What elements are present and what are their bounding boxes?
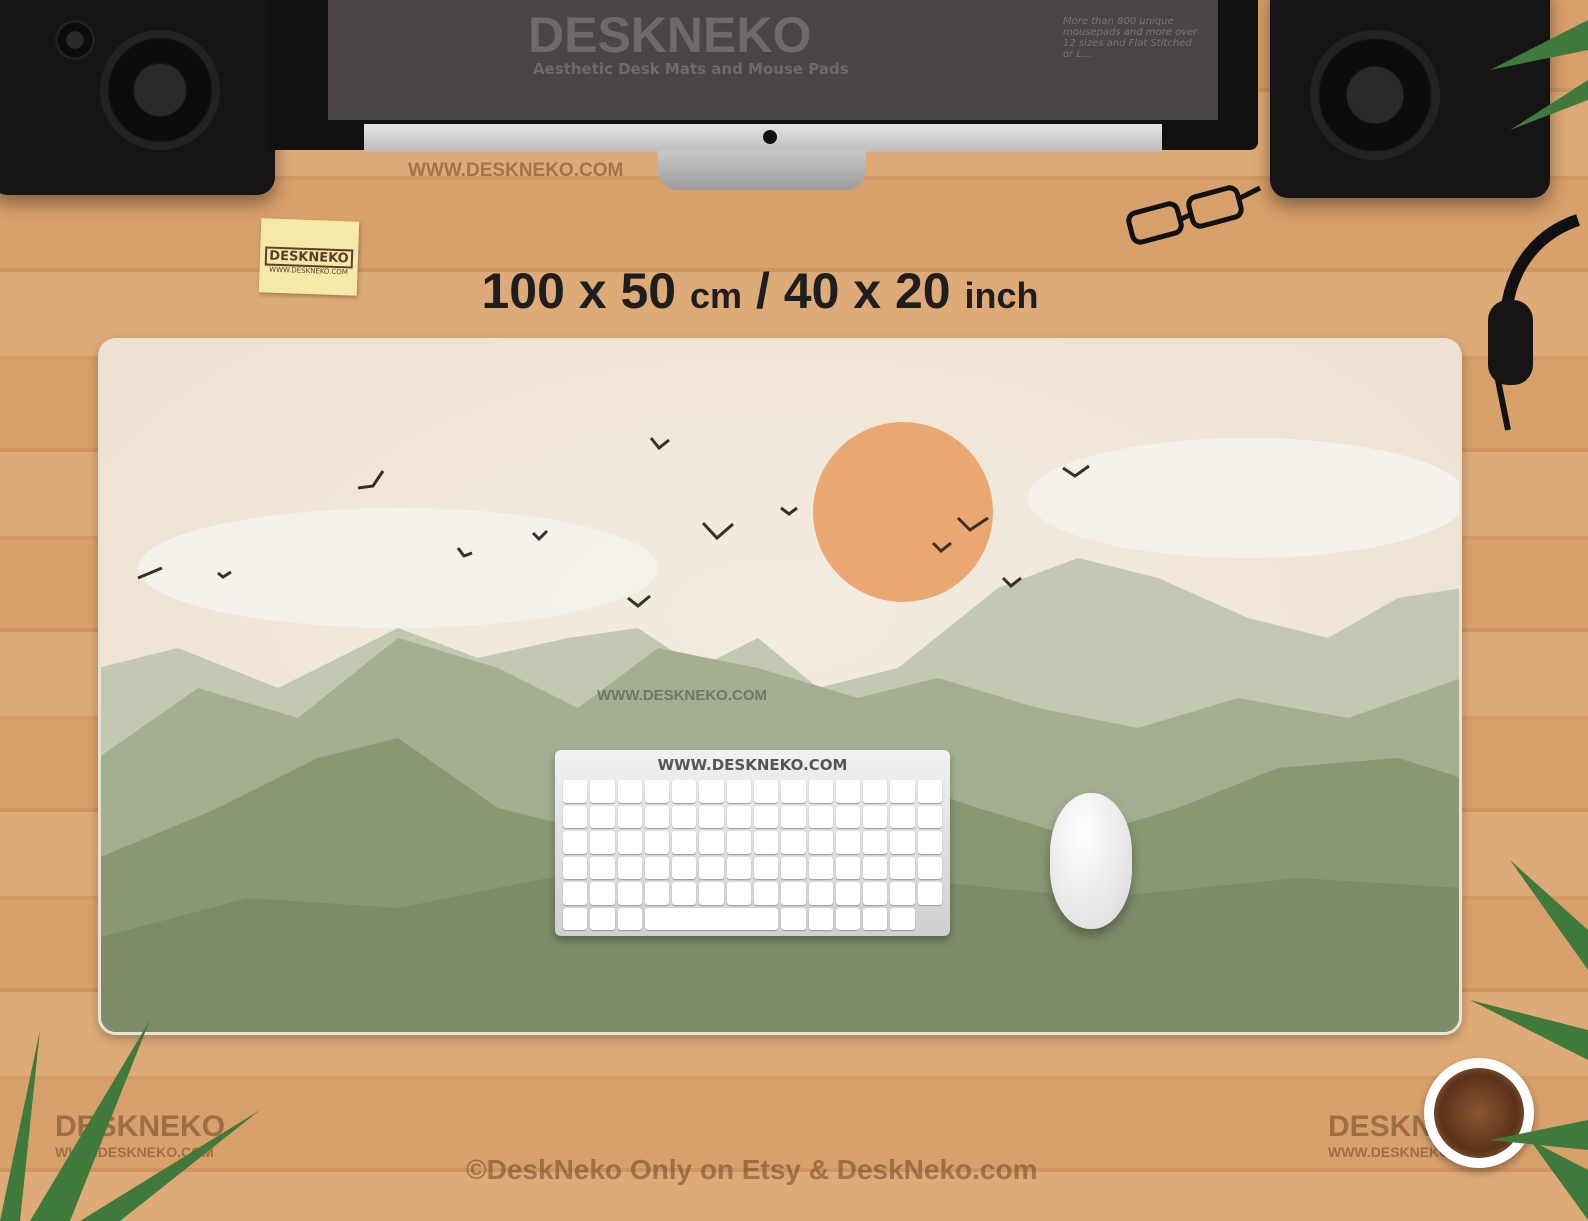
monitor-chin — [364, 124, 1162, 152]
watermark-url-top: WWW.DESKNEKO.COM — [408, 160, 624, 181]
screen-tagline: Aesthetic Desk Mats and Mouse Pads — [533, 60, 849, 78]
mouse — [1050, 793, 1132, 929]
watermark-url-mat: WWW.DESKNEKO.COM — [597, 687, 767, 704]
screen-brand: DESKNEKO — [528, 7, 812, 63]
plant-leaves-left — [0, 1020, 260, 1221]
monitor: DESKNEKO Aesthetic Desk Mats and Mouse P… — [268, 0, 1258, 152]
monitor-stand — [658, 150, 866, 190]
glasses-icon — [1126, 185, 1262, 245]
sun — [813, 422, 993, 602]
dim-inch-unit: inch — [964, 275, 1039, 316]
keyboard-keys — [563, 780, 942, 930]
keyboard-watermark: WWW.DESKNEKO.COM — [657, 756, 848, 774]
copyright-watermark: ©DeskNeko Only on Etsy & DeskNeko.com — [466, 1154, 1038, 1185]
plant-leaves-top-right — [1490, 20, 1588, 130]
dim-inch: 40 x 20 — [783, 263, 951, 319]
monitor-screen: DESKNEKO Aesthetic Desk Mats and Mouse P… — [328, 0, 1218, 120]
dimensions-label: 100 x 50 cm / 40 x 20 inch — [0, 262, 1520, 320]
dim-cm: 100 x 50 — [481, 263, 677, 319]
keyboard: WWW.DESKNEKO.COM — [555, 750, 950, 936]
left-speaker — [0, 0, 275, 195]
headphones-icon — [1488, 214, 1581, 431]
screen-side-text: More than 800 unique mousepads and more … — [1063, 16, 1198, 60]
apple-logo-icon — [763, 130, 777, 144]
dim-cm-unit: cm — [690, 275, 743, 316]
dim-sep: / — [755, 263, 770, 319]
plant-leaves-right — [1470, 860, 1588, 1220]
